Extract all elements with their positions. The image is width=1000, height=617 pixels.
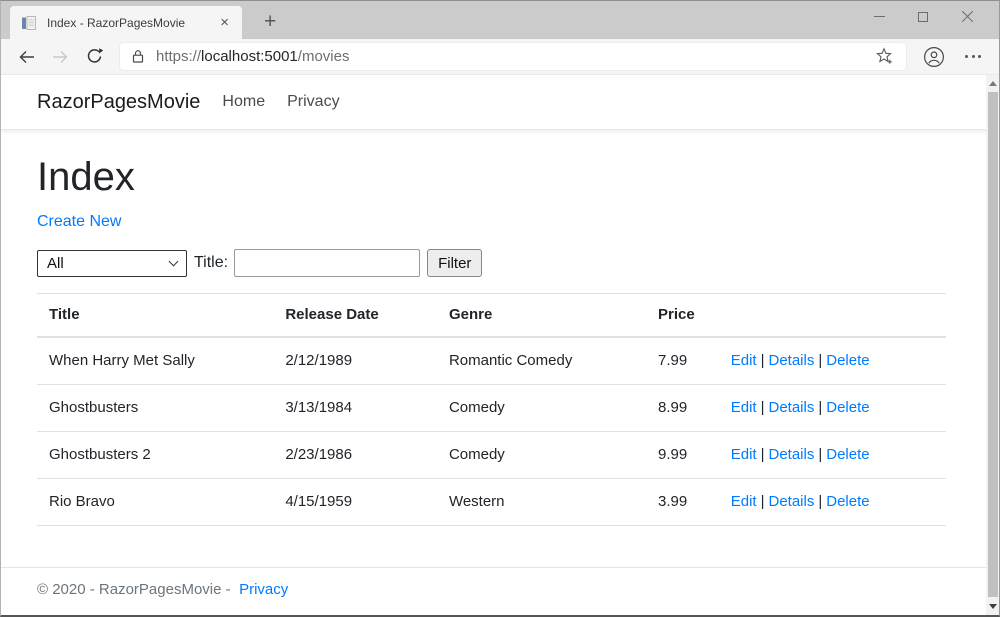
delete-link[interactable]: Delete bbox=[826, 493, 869, 510]
cell-genre: Western bbox=[437, 479, 646, 526]
create-new-link[interactable]: Create New bbox=[37, 210, 121, 234]
movies-table: Title Release Date Genre Price When Harr… bbox=[37, 293, 946, 526]
delete-link[interactable]: Delete bbox=[826, 352, 869, 369]
cell-price: 8.99 bbox=[646, 385, 719, 432]
edit-link[interactable]: Edit bbox=[731, 493, 757, 510]
details-link[interactable]: Details bbox=[768, 399, 814, 416]
tab-title: Index - RazorPagesMovie bbox=[47, 16, 215, 30]
profile-icon bbox=[923, 46, 945, 68]
address-bar[interactable]: https://localhost:5001/movies bbox=[119, 42, 907, 71]
cell-actions: Edit|Details|Delete bbox=[719, 385, 946, 432]
filter-button[interactable]: Filter bbox=[427, 249, 482, 277]
window-controls bbox=[857, 1, 989, 32]
table-row: Ghostbusters 3/13/1984 Comedy 8.99 Edit|… bbox=[37, 385, 946, 432]
cell-genre: Romantic Comedy bbox=[437, 337, 646, 385]
copyright-text: © 2020 - RazorPagesMovie - bbox=[37, 581, 231, 598]
cell-title: Ghostbusters 2 bbox=[37, 432, 273, 479]
header-title: Title bbox=[37, 294, 273, 338]
cell-genre: Comedy bbox=[437, 432, 646, 479]
favicon-icon bbox=[21, 15, 37, 31]
scroll-up-icon bbox=[989, 81, 997, 86]
more-icon bbox=[965, 55, 968, 58]
browser-toolbar: https://localhost:5001/movies bbox=[1, 39, 999, 75]
table-header-row: Title Release Date Genre Price bbox=[37, 294, 946, 338]
details-link[interactable]: Details bbox=[768, 446, 814, 463]
cell-title: Rio Bravo bbox=[37, 479, 273, 526]
scroll-up-button[interactable] bbox=[986, 75, 999, 92]
cell-release-date: 4/15/1959 bbox=[273, 479, 437, 526]
browser-window: Index - RazorPagesMovie × + bbox=[0, 0, 1000, 617]
genre-select[interactable]: All bbox=[37, 250, 187, 277]
refresh-icon bbox=[85, 47, 104, 66]
header-price: Price bbox=[646, 294, 719, 338]
more-menu-button[interactable] bbox=[963, 51, 983, 62]
nav-link-privacy[interactable]: Privacy bbox=[287, 93, 339, 111]
details-link[interactable]: Details bbox=[768, 352, 814, 369]
lock-icon bbox=[130, 48, 146, 65]
title-filter-input[interactable] bbox=[234, 249, 420, 277]
table-row: Ghostbusters 2 2/23/1986 Comedy 9.99 Edi… bbox=[37, 432, 946, 479]
filter-form: All Title: Filter bbox=[37, 249, 946, 277]
tab-close-icon[interactable]: × bbox=[215, 15, 234, 30]
cell-release-date: 3/13/1984 bbox=[273, 385, 437, 432]
minimize-icon bbox=[874, 16, 885, 18]
details-link[interactable]: Details bbox=[768, 493, 814, 510]
header-release-date: Release Date bbox=[273, 294, 437, 338]
close-window-button[interactable] bbox=[945, 1, 989, 32]
maximize-button[interactable] bbox=[901, 1, 945, 32]
title-filter-label: Title: bbox=[194, 254, 228, 272]
forward-icon bbox=[51, 48, 70, 66]
browser-tab[interactable]: Index - RazorPagesMovie × bbox=[10, 6, 242, 39]
edit-link[interactable]: Edit bbox=[731, 399, 757, 416]
cell-genre: Comedy bbox=[437, 385, 646, 432]
scroll-down-icon bbox=[989, 604, 997, 609]
maximize-icon bbox=[918, 12, 928, 22]
genre-select-value: All bbox=[47, 255, 170, 272]
edit-link[interactable]: Edit bbox=[731, 352, 757, 369]
chevron-down-icon bbox=[169, 257, 179, 267]
page-title: Index bbox=[37, 154, 946, 200]
star-plus-icon bbox=[875, 47, 894, 66]
new-tab-button[interactable]: + bbox=[258, 12, 282, 32]
close-icon bbox=[961, 10, 974, 23]
nav-link-home[interactable]: Home bbox=[222, 93, 265, 111]
cell-actions: Edit|Details|Delete bbox=[719, 479, 946, 526]
header-actions bbox=[719, 294, 946, 338]
cell-release-date: 2/12/1989 bbox=[273, 337, 437, 385]
cell-title: When Harry Met Sally bbox=[37, 337, 273, 385]
vertical-scrollbar[interactable] bbox=[986, 75, 999, 615]
minimize-button[interactable] bbox=[857, 1, 901, 32]
table-row: When Harry Met Sally 2/12/1989 Romantic … bbox=[37, 337, 946, 385]
back-icon bbox=[17, 48, 36, 66]
brand-link[interactable]: RazorPagesMovie bbox=[37, 91, 200, 114]
site-navbar: RazorPagesMovie Home Privacy bbox=[1, 75, 999, 130]
add-favorite-button[interactable] bbox=[871, 45, 898, 68]
header-genre: Genre bbox=[437, 294, 646, 338]
cell-price: 7.99 bbox=[646, 337, 719, 385]
cell-actions: Edit|Details|Delete bbox=[719, 337, 946, 385]
table-row: Rio Bravo 4/15/1959 Western 3.99 Edit|De… bbox=[37, 479, 946, 526]
cell-title: Ghostbusters bbox=[37, 385, 273, 432]
tab-bar: Index - RazorPagesMovie × + bbox=[1, 1, 999, 39]
delete-link[interactable]: Delete bbox=[826, 446, 869, 463]
main-container: Index Create New All Title: Filter Title bbox=[1, 154, 999, 526]
refresh-button[interactable] bbox=[77, 42, 111, 72]
delete-link[interactable]: Delete bbox=[826, 399, 869, 416]
cell-price: 9.99 bbox=[646, 432, 719, 479]
scrollbar-thumb[interactable] bbox=[988, 92, 998, 597]
cell-price: 3.99 bbox=[646, 479, 719, 526]
cell-actions: Edit|Details|Delete bbox=[719, 432, 946, 479]
page-content: RazorPagesMovie Home Privacy Index Creat… bbox=[1, 75, 999, 615]
footer-privacy-link[interactable]: Privacy bbox=[239, 581, 288, 598]
url-text: https://localhost:5001/movies bbox=[156, 48, 871, 65]
edit-link[interactable]: Edit bbox=[731, 446, 757, 463]
cell-release-date: 2/23/1986 bbox=[273, 432, 437, 479]
site-footer: © 2020 - RazorPagesMovie - Privacy bbox=[1, 567, 999, 612]
profile-button[interactable] bbox=[923, 46, 945, 68]
forward-button[interactable] bbox=[43, 42, 77, 72]
scroll-down-button[interactable] bbox=[986, 598, 999, 615]
back-button[interactable] bbox=[9, 42, 43, 72]
